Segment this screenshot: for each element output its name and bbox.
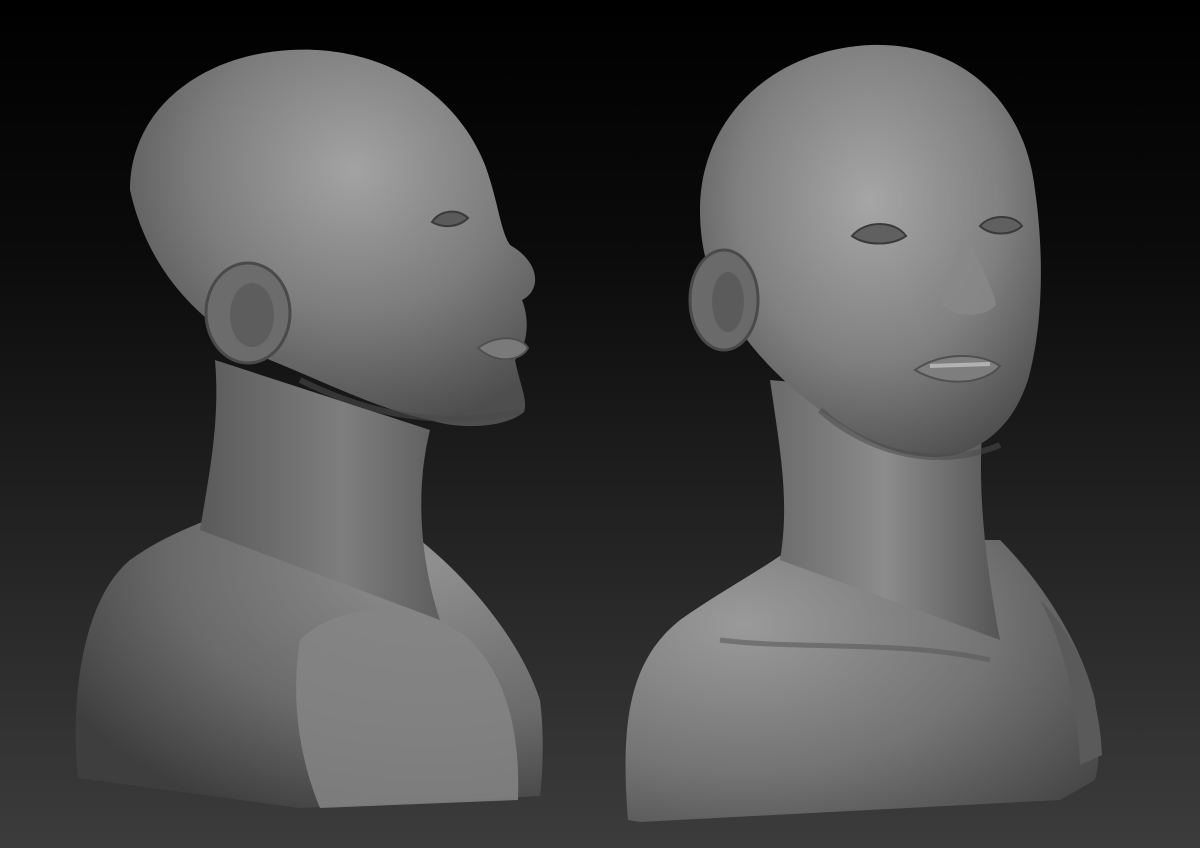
- left-bust-head: [130, 49, 536, 427]
- right-bust-head: [700, 44, 1041, 458]
- render-viewport: [75, 44, 1102, 822]
- bust-profile-view: [75, 49, 543, 808]
- bust-front-view: [625, 44, 1102, 822]
